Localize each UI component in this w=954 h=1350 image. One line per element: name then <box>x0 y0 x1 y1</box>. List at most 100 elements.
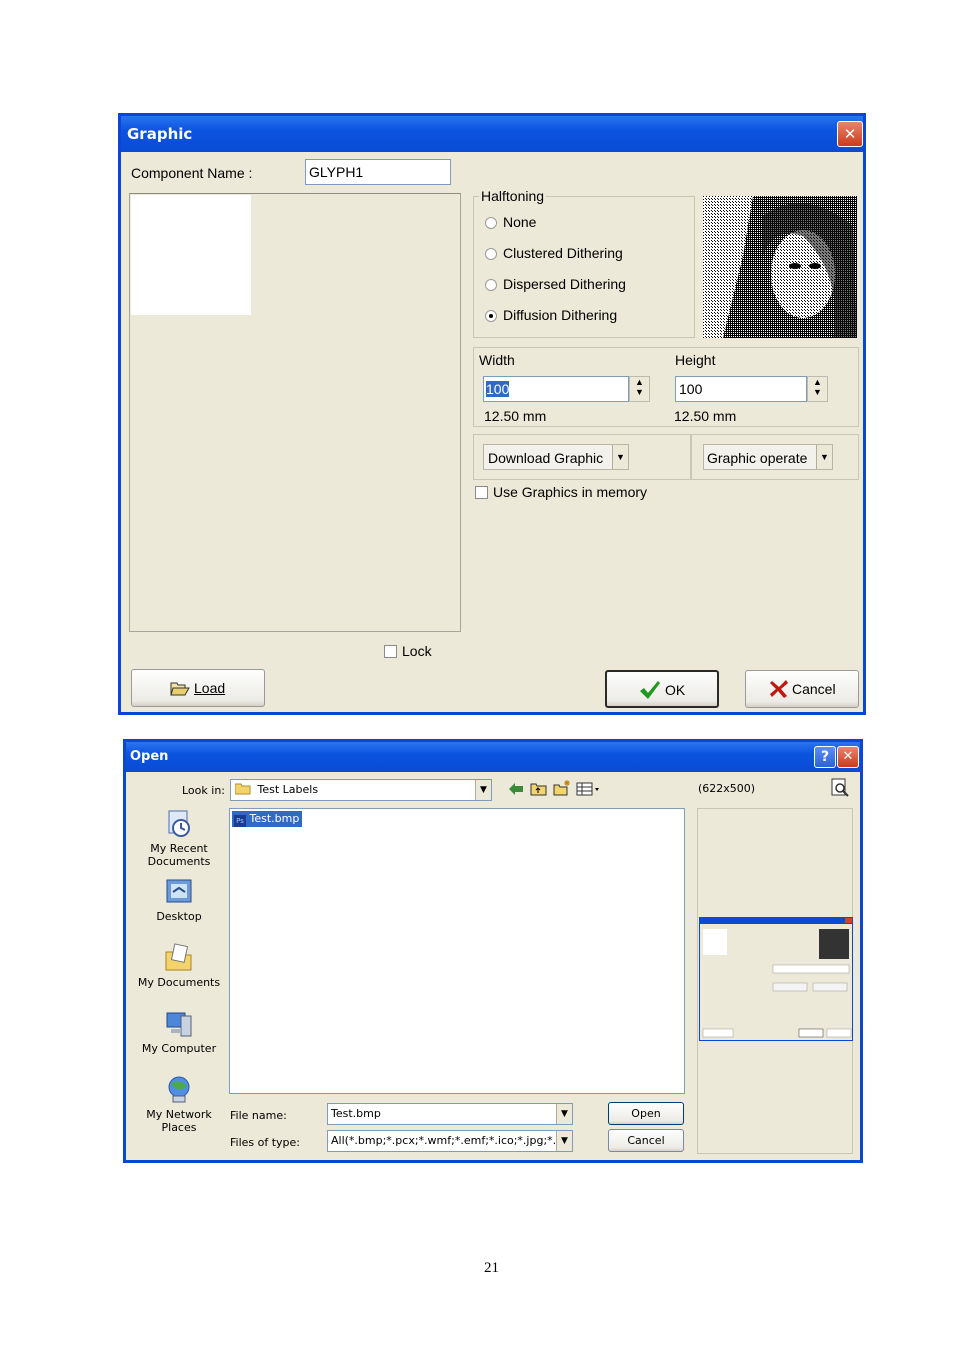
place-my-recent-documents[interactable]: My Recent Documents <box>134 808 224 868</box>
files-of-type-label: Files of type: <box>230 1136 301 1149</box>
files-of-type-dropdown[interactable]: ▼ <box>556 1131 572 1151</box>
graphic-preview-panel <box>129 193 461 632</box>
place-label-line1: My Recent <box>150 842 208 855</box>
ok-label: OK <box>665 682 686 698</box>
load-button[interactable]: Load <box>131 669 265 707</box>
width-value-selected: 100 <box>486 381 510 397</box>
place-label-line1: My Documents <box>137 976 221 989</box>
close-icon: ✕ <box>842 749 854 764</box>
preview-toggle-icon[interactable] <box>830 778 850 798</box>
recent-documents-icon <box>168 810 190 837</box>
place-my-network-places[interactable]: My Network Places <box>134 1074 224 1134</box>
open-help-button[interactable]: ? <box>814 746 836 768</box>
open-cancel-label: Cancel <box>627 1134 665 1147</box>
look-in-value: Test Labels <box>257 783 319 796</box>
height-input[interactable]: 100 <box>675 376 807 402</box>
file-item-name: Test.bmp <box>249 812 300 825</box>
graphic-dialog: Graphic ✕ Component Name : GLYPH1 Halfto… <box>118 113 866 715</box>
use-graphics-memory-label[interactable]: Use Graphics in memory <box>493 484 647 500</box>
halftone-diffusion-label[interactable]: Diffusion Dithering <box>503 307 617 323</box>
place-label-line1: Desktop <box>156 910 202 923</box>
close-icon: ✕ <box>843 125 857 143</box>
component-name-label: Component Name : <box>131 165 253 181</box>
place-desktop[interactable]: Desktop <box>134 876 224 923</box>
height-spinner[interactable]: ▲ ▼ <box>807 376 828 402</box>
file-name-input[interactable]: Test.bmp ▼ <box>327 1103 573 1125</box>
halftone-dispersed-radio[interactable] <box>485 279 497 291</box>
look-in-dropdown[interactable]: ▼ <box>475 780 491 800</box>
my-computer-icon <box>166 1012 192 1037</box>
component-name-input[interactable]: GLYPH1 <box>305 159 451 185</box>
open-close-button[interactable]: ✕ <box>837 746 859 768</box>
file-name-dropdown[interactable]: ▼ <box>556 1104 572 1124</box>
halftone-clustered-radio[interactable] <box>485 248 497 260</box>
width-input[interactable]: 100 <box>483 376 629 402</box>
open-cancel-button[interactable]: Cancel <box>608 1129 684 1152</box>
back-icon[interactable] <box>508 782 524 796</box>
halftone-sample-image <box>703 196 857 338</box>
open-label: Open <box>631 1107 661 1120</box>
graphic-preview-image <box>131 195 251 315</box>
height-mm: 12.50 mm <box>674 408 737 424</box>
open-dialog: Open ? ✕ Look in: Test Labels ▼ (622x500… <box>123 739 863 1163</box>
graphic-close-button[interactable]: ✕ <box>837 121 863 147</box>
my-documents-icon <box>165 943 192 971</box>
open-title-bar[interactable]: Open ? ✕ <box>126 742 860 772</box>
width-spinner[interactable]: ▲ ▼ <box>629 376 650 402</box>
width-mm: 12.50 mm <box>484 408 547 424</box>
open-title: Open <box>130 749 169 764</box>
place-label-line1: My Computer <box>141 1042 217 1055</box>
halftone-none-label[interactable]: None <box>503 214 536 230</box>
halftoning-legend: Halftoning <box>479 188 547 204</box>
checkmark-icon <box>640 681 660 699</box>
ok-button[interactable]: OK <box>605 670 719 708</box>
graphic-title: Graphic <box>127 125 193 143</box>
lock-checkbox[interactable] <box>384 645 397 658</box>
preview-thumbnail <box>699 917 853 1041</box>
cancel-label: Cancel <box>792 681 836 697</box>
desktop-icon <box>166 879 192 903</box>
file-list[interactable]: Ps Test.bmp <box>229 808 685 1094</box>
files-of-type-select[interactable]: All(*.bmp;*.pcx;*.wmf;*.emf;*.ico;*.jpg;… <box>327 1130 573 1152</box>
place-my-computer[interactable]: My Computer <box>134 1008 224 1055</box>
look-in-label: Look in: <box>182 784 225 797</box>
download-graphic-button[interactable]: Download Graphic ▼ <box>483 444 629 470</box>
load-label: Load <box>194 680 226 696</box>
halftone-clustered-label[interactable]: Clustered Dithering <box>503 245 623 261</box>
halftone-dispersed-label[interactable]: Dispersed Dithering <box>503 276 626 292</box>
graphic-operate-dropdown[interactable]: ▼ <box>816 445 832 469</box>
halftone-none-radio[interactable] <box>485 217 497 229</box>
new-folder-icon[interactable] <box>553 780 571 796</box>
graphic-operate-button[interactable]: Graphic operate ▼ <box>703 444 833 470</box>
red-x-icon <box>770 680 788 698</box>
files-of-type-value: All(*.bmp;*.pcx;*.wmf;*.emf;*.ico;*.jpg;… <box>331 1134 573 1147</box>
preview-pane <box>697 808 853 1154</box>
open-folder-icon <box>170 682 190 696</box>
file-name-label: File name: <box>230 1109 287 1122</box>
place-label-line1: My Network <box>146 1108 212 1121</box>
graphic-title-bar[interactable]: Graphic ✕ <box>121 116 863 152</box>
network-places-icon <box>168 1076 190 1103</box>
graphic-operate-label: Graphic operate <box>707 450 808 466</box>
look-in-select[interactable]: Test Labels ▼ <box>230 779 492 801</box>
open-button[interactable]: Open <box>608 1102 684 1125</box>
folder-icon <box>234 783 251 795</box>
use-graphics-memory-checkbox[interactable] <box>475 486 488 499</box>
download-graphic-label: Download Graphic <box>488 450 604 466</box>
width-label: Width <box>479 352 515 368</box>
preview-size: (622x500) <box>698 782 756 795</box>
up-folder-icon[interactable] <box>530 781 547 796</box>
place-label-line2: Places <box>161 1121 197 1134</box>
file-name-value: Test.bmp <box>331 1107 381 1120</box>
height-label: Height <box>675 352 716 368</box>
file-item-test-bmp[interactable]: Ps Test.bmp <box>232 811 303 827</box>
download-graphic-dropdown[interactable]: ▼ <box>612 445 628 469</box>
cancel-button[interactable]: Cancel <box>745 670 859 708</box>
view-menu-icon[interactable] <box>576 782 600 796</box>
halftone-diffusion-radio[interactable] <box>485 310 497 322</box>
bmp-file-icon: Ps <box>234 815 246 827</box>
page-number: 21 <box>484 1260 499 1276</box>
help-icon: ? <box>820 749 830 765</box>
lock-label[interactable]: Lock <box>402 643 432 659</box>
place-my-documents[interactable]: My Documents <box>134 942 224 989</box>
